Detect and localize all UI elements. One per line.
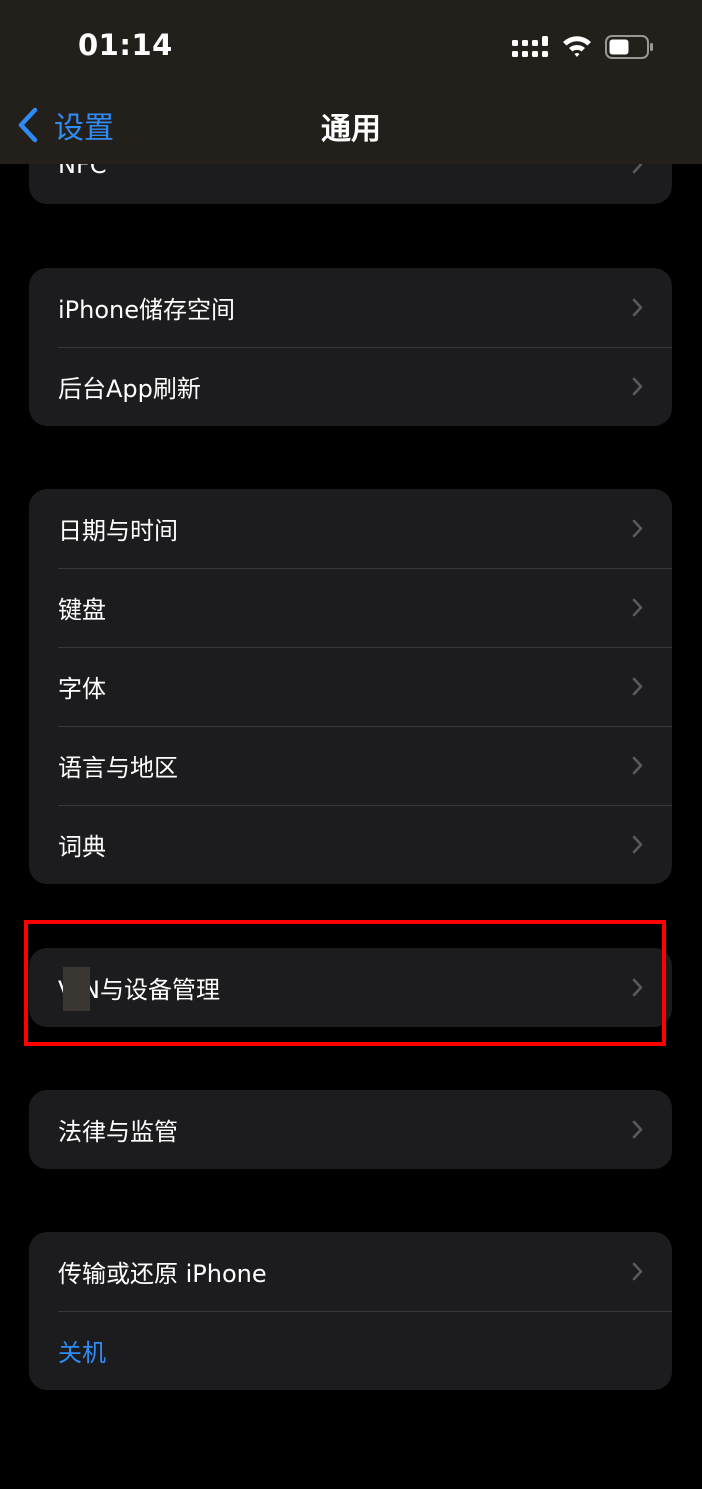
row-label: 传输或还原 iPhone xyxy=(58,1260,267,1288)
settings-row-vpn-device-management[interactable]: V N与设备管理 xyxy=(29,948,672,1027)
row-label: 语言与地区 xyxy=(58,754,178,782)
settings-row-fonts[interactable]: 字体 xyxy=(29,647,672,726)
settings-row-date-time[interactable]: 日期与时间 xyxy=(29,489,672,568)
settings-row-legal-regulatory[interactable]: 法律与监管 xyxy=(29,1090,672,1169)
page-title: 通用 xyxy=(321,112,381,147)
settings-row-keyboard[interactable]: 键盘 xyxy=(29,568,672,647)
chevron-right-icon xyxy=(632,1120,643,1139)
settings-row-transfer-reset[interactable]: 传输或还原 iPhone xyxy=(29,1232,672,1311)
settings-row-shut-down[interactable]: 关机 xyxy=(29,1311,672,1390)
settings-group-vpn: V N与设备管理 xyxy=(29,948,672,1027)
status-time: 01:14 xyxy=(78,28,173,62)
row-label: 法律与监管 xyxy=(58,1118,178,1146)
row-label: 后台App刷新 xyxy=(58,375,201,403)
settings-group-legal: 法律与监管 xyxy=(29,1090,672,1169)
cellular-signal-icon xyxy=(512,36,548,57)
settings-group-reset: 传输或还原 iPhone 关机 xyxy=(29,1232,672,1390)
chevron-right-icon xyxy=(632,598,643,617)
settings-group-storage: iPhone储存空间 后台App刷新 xyxy=(29,268,672,426)
chevron-right-icon xyxy=(632,1262,643,1281)
chevron-right-icon xyxy=(632,677,643,696)
chevron-right-icon xyxy=(632,519,643,538)
shut-down-button[interactable]: 关机 xyxy=(58,1333,106,1368)
chevron-right-icon xyxy=(632,756,643,775)
chevron-right-icon xyxy=(632,978,643,997)
row-label: 日期与时间 xyxy=(58,517,178,545)
row-label: 词典 xyxy=(58,833,106,861)
settings-group-locale: 日期与时间 键盘 字体 语言与地区 词典 xyxy=(29,489,672,884)
settings-row-background-app-refresh[interactable]: 后台App刷新 xyxy=(29,347,672,426)
navigation-header: 01:14 设置 通用 xyxy=(0,0,702,164)
settings-row-dictionary[interactable]: 词典 xyxy=(29,805,672,884)
chevron-right-icon xyxy=(632,377,643,396)
battery-icon xyxy=(605,35,653,59)
settings-row-language-region[interactable]: 语言与地区 xyxy=(29,726,672,805)
settings-row-iphone-storage[interactable]: iPhone储存空间 xyxy=(29,268,672,347)
redaction-mark xyxy=(63,967,90,1011)
chevron-right-icon xyxy=(632,835,643,854)
wifi-icon xyxy=(563,36,591,57)
chevron-right-icon xyxy=(632,298,643,317)
row-label: iPhone储存空间 xyxy=(58,296,236,324)
row-label: 键盘 xyxy=(58,596,106,624)
row-label: 字体 xyxy=(58,675,106,703)
